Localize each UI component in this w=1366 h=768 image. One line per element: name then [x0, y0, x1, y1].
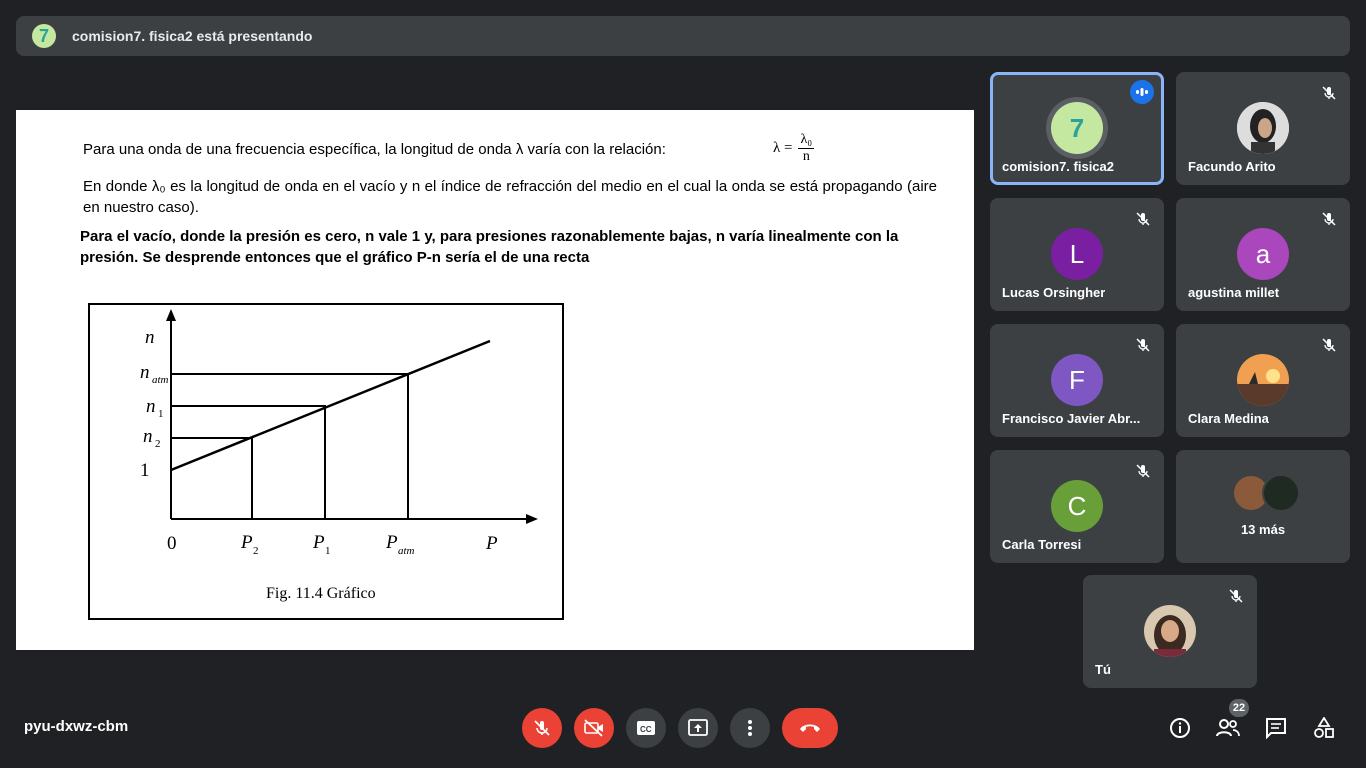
avatar: F	[1051, 354, 1103, 406]
participant-name: Clara Medina	[1188, 411, 1269, 426]
x-label-p1: P	[312, 532, 325, 553]
participant-name: Francisco Javier Abr...	[1002, 411, 1141, 426]
x-label-p: P	[485, 533, 498, 554]
formula-denominator: n	[802, 149, 810, 164]
participant-name: Carla Torresi	[1002, 537, 1082, 552]
y-label-n: n	[145, 327, 155, 348]
avatar	[1262, 474, 1300, 512]
participant-name: Facundo Arito	[1188, 159, 1276, 174]
figure-caption: Fig. 11.4 Gráfico	[266, 585, 376, 602]
more-participants-label: 13 más	[1240, 522, 1286, 537]
svg-text:CC: CC	[640, 725, 652, 734]
participant-tile-presenter[interactable]: 7 comision7. fisica2	[990, 72, 1164, 185]
participant-name: agustina millet	[1188, 285, 1280, 300]
slide-paragraph-2: En donde λ₀ es la longitud de onda en el…	[83, 178, 937, 216]
stacked-avatars	[1232, 474, 1300, 512]
participant-tile[interactable]: Clara Medina	[1176, 324, 1350, 437]
avatar	[1144, 605, 1196, 657]
y-axis-arrow	[166, 309, 176, 321]
mic-muted-icon	[1225, 585, 1247, 607]
present-now-button[interactable]	[678, 708, 718, 748]
activities-button[interactable]	[1310, 714, 1338, 742]
mic-muted-icon	[1318, 208, 1340, 230]
x-label-0: 0	[167, 533, 177, 554]
captions-button[interactable]: CC	[626, 708, 666, 748]
mic-muted-icon	[1318, 334, 1340, 356]
avatar: L	[1051, 228, 1103, 280]
mic-muted-icon	[1132, 460, 1154, 482]
participant-tile[interactable]: L Lucas Orsingher	[990, 198, 1164, 311]
mic-muted-icon	[1132, 334, 1154, 356]
meeting-code: pyu-dxwz-cbm	[24, 718, 129, 735]
shared-slide: Para una onda de una frecuencia específi…	[16, 110, 974, 650]
people-icon	[1216, 719, 1240, 737]
avatar: C	[1051, 480, 1103, 532]
wavelength-formula: λ = λ₀ n	[773, 132, 815, 165]
y-sub-n1: 1	[158, 408, 164, 420]
avatar	[1237, 354, 1289, 406]
hang-up-icon	[800, 724, 820, 732]
x-axis-arrow	[526, 514, 538, 524]
formula-numerator: λ₀	[798, 132, 815, 149]
presenting-banner: 7 comision7. fisica2 está presentando	[16, 16, 1350, 56]
avatar	[1237, 102, 1289, 154]
avatar: a	[1237, 228, 1289, 280]
participant-tile-self[interactable]: Tú	[1083, 575, 1257, 688]
chat-icon	[1266, 718, 1286, 739]
participant-tile[interactable]: F Francisco Javier Abr...	[990, 324, 1164, 437]
pn-graph-svg: n n atm n 1 n 2 1 0 P 2 P 1 P atm P Fig.…	[140, 309, 538, 602]
y-label-1: 1	[140, 460, 150, 481]
guide-natm	[171, 373, 409, 519]
pn-graph-figure: n n atm n 1 n 2 1 0 P 2 P 1 P atm P Fig.…	[88, 303, 564, 620]
formula-lhs: λ =	[773, 140, 793, 156]
participant-name: comision7. fisica2	[1002, 159, 1114, 174]
camera-toggle-button[interactable]	[574, 708, 614, 748]
mic-muted-icon	[1318, 82, 1340, 104]
x-sub-p2: 2	[253, 545, 259, 557]
formula-fraction: λ₀ n	[798, 132, 815, 165]
participant-tile[interactable]: Facundo Arito	[1176, 72, 1350, 185]
speaking-indicator-icon	[1130, 80, 1154, 104]
present-screen-icon	[688, 719, 708, 736]
leave-call-button[interactable]	[782, 708, 838, 748]
info-icon	[1170, 718, 1190, 738]
x-sub-patm: atm	[398, 545, 415, 557]
presenter-avatar-icon: 7	[32, 24, 56, 48]
slide-paragraph-1: Para una onda de una frecuencia específi…	[83, 141, 666, 158]
participant-name: Tú	[1095, 662, 1111, 677]
y-sub-natm: atm	[152, 374, 169, 386]
participant-count-badge: 22	[1229, 699, 1249, 717]
mic-toggle-button[interactable]	[522, 708, 562, 748]
participant-name: Lucas Orsingher	[1002, 285, 1106, 300]
participant-tile[interactable]: C Carla Torresi	[990, 450, 1164, 563]
activities-icon	[1314, 717, 1334, 738]
slide-paragraph-3: Para el vacío, donde la presión es cero,…	[80, 228, 899, 266]
guide-n1	[171, 405, 326, 519]
camera-off-icon	[584, 719, 603, 737]
participant-tile[interactable]: a agustina millet	[1176, 198, 1350, 311]
x-label-p2: P	[240, 532, 253, 553]
avatar: 7	[1051, 102, 1103, 154]
banner-title: comision7. fisica2 está presentando	[72, 28, 313, 44]
y-label-n1: n	[146, 396, 156, 417]
x-sub-p1: 1	[325, 545, 331, 557]
people-button[interactable]	[1214, 714, 1242, 742]
guide-n2	[171, 437, 253, 519]
chat-button[interactable]	[1262, 714, 1290, 742]
more-options-button[interactable]	[730, 708, 770, 748]
y-label-n2: n	[143, 426, 153, 447]
more-participants-tile[interactable]: 13 más	[1176, 450, 1350, 563]
mic-muted-icon	[1132, 208, 1154, 230]
mic-off-icon	[534, 720, 550, 736]
more-vert-icon	[748, 720, 752, 736]
y-label-natm: n	[140, 362, 150, 383]
y-sub-n2: 2	[155, 438, 161, 450]
meeting-details-button[interactable]	[1166, 714, 1194, 742]
x-label-patm: P	[385, 532, 398, 553]
captions-icon: CC	[637, 721, 655, 735]
